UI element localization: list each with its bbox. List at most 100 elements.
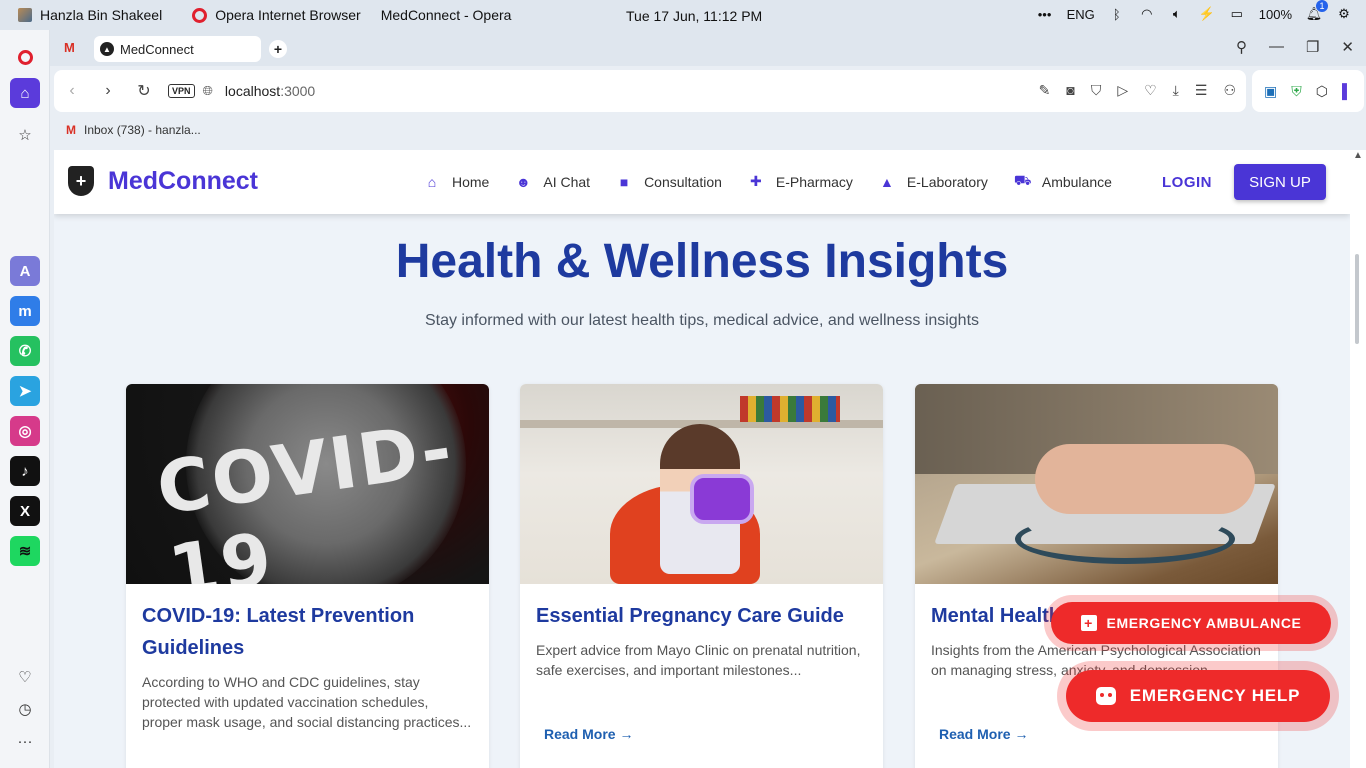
battery-icon[interactable]: ▭ [1229,6,1245,22]
forward-icon[interactable]: › [90,82,126,100]
more-dots-icon[interactable]: ••• [1037,6,1053,22]
user-avatar[interactable] [18,8,32,22]
power-mode-icon[interactable]: ⚡ [1199,6,1215,22]
close-icon[interactable]: ✕ [1341,38,1354,56]
easy-setup-icon[interactable]: ☰ [1195,82,1208,99]
brand[interactable]: + MedConnect [68,166,258,196]
page-viewport: + MedConnect ⌂ Home ☻ AI Chat ■ Consultatio… [54,150,1350,768]
card-excerpt: According to WHO and CDC guidelines, sta… [142,674,472,730]
ambulance-truck-icon: ⛟ [1013,172,1032,188]
signup-button[interactable]: SIGN UP [1234,164,1326,200]
opera-logo-icon [192,7,208,23]
login-button[interactable]: LOGIN [1162,174,1212,191]
bookmark-inbox[interactable]: Inbox (738) - hanzla... [84,123,201,137]
os-user-name: Hanzla Bin Shakeel [40,7,163,23]
video-camera-icon: ■ [619,173,629,190]
sidebar-toggle-icon[interactable]: ▌ [1342,83,1352,99]
extensions-cube-icon[interactable]: ⬡ [1316,83,1328,100]
covid-image: COVID-19 [126,384,489,584]
card-title[interactable]: Essential Pregnancy Care Guide [536,600,866,632]
nav-e-pharmacy[interactable]: ✚ E-Pharmacy [748,172,853,191]
scroll-up-icon[interactable]: ▲ [1353,150,1363,161]
history-clock-icon[interactable]: ◷ [10,694,40,724]
tab-favicon-icon: ▲ [100,42,114,56]
extension-app-icon[interactable]: ▣ [1264,83,1277,100]
page-scrollbar[interactable]: ▲ [1350,150,1366,768]
url-text[interactable]: localhost:3000 [225,83,315,99]
minimize-icon[interactable]: — [1269,38,1284,56]
aria-app-icon[interactable]: A [10,256,40,286]
play-icon[interactable]: ▷ [1117,82,1128,99]
read-more-link[interactable]: Read More → [939,726,1028,742]
nav-ambulance[interactable]: ⛟ Ambulance [1014,172,1112,191]
os-window-title: MedConnect - Opera [380,7,512,23]
article-card-covid[interactable]: COVID-19 COVID-19: Latest Prevention Gui… [126,384,489,768]
article-card-pregnancy[interactable]: Essential Pregnancy Care Guide Expert ad… [520,384,883,768]
nav-consultation[interactable]: ■ Consultation [616,172,722,191]
notification-bell-icon[interactable]: 🔔︎ 1 [1306,0,1328,22]
vpn-badge[interactable]: VPN [168,84,195,98]
tab-strip: M ▲ MedConnect + ⚲ — ❐ ✕ [50,30,1366,66]
wifi-icon[interactable]: ◠ [1139,6,1155,22]
profile-icon[interactable]: ⚇ [1223,82,1236,99]
extensions-area: ▣ ⛨ ⬡ ▌ [1252,70,1364,112]
adblock-shield-icon[interactable]: ⛨ [1291,83,1302,100]
maximize-icon[interactable]: ❐ [1306,38,1319,56]
page-title: Health & Wellness Insights [395,235,1009,288]
bluetooth-icon[interactable]: ᛒ [1109,6,1125,22]
emergency-ambulance-button[interactable]: + EMERGENCY AMBULANCE [1051,602,1331,644]
spotify-icon[interactable]: ≋ [10,536,40,566]
globe-icon[interactable]: 🌐︎ [203,83,213,99]
read-more-link[interactable]: Read More → [544,726,633,742]
opera-menu-icon[interactable] [10,42,40,72]
tab-medconnect[interactable]: ▲ MedConnect [94,36,261,62]
laptop-stethoscope-image [915,384,1278,584]
reload-icon[interactable]: ↻ [126,81,162,101]
address-bar[interactable]: ‹ › ↻ VPN 🌐︎ localhost:3000 ✎ ◙ ⛉ ▷ ♡ ⤓ … [54,70,1246,112]
shield-check-icon[interactable]: ⛉ [1091,82,1102,99]
address-row: ‹ › ↻ VPN 🌐︎ localhost:3000 ✎ ◙ ⛉ ▷ ♡ ⤓ … [54,70,1366,112]
home-icon[interactable]: ⌂ [10,78,40,108]
opera-sidebar: ⌂ ☆ A m ✆ ➤ ◎ ♪ X ≋ ♡ ◷ ··· [0,30,50,768]
scrollbar-thumb[interactable] [1355,254,1359,344]
os-language[interactable]: ENG [1067,7,1095,22]
os-clock[interactable]: Tue 17 Jun, 11:12 PM [626,8,762,24]
heart-icon[interactable]: ♡ [10,662,40,692]
new-tab-plus-icon[interactable]: + [269,40,287,58]
emergency-help-button[interactable]: EMERGENCY HELP [1066,670,1330,722]
search-tabs-icon[interactable]: ⚲ [1236,38,1247,56]
nav-e-laboratory[interactable]: ▲ E-Laboratory [879,172,988,191]
volume-icon[interactable]: 🔈︎ [1169,6,1185,22]
gmail-pinned-tab-icon[interactable]: M [64,40,75,55]
robot-nav-icon: ☻ [515,173,531,190]
card-title[interactable]: COVID-19: Latest Prevention Guidelines [142,600,472,664]
star-icon[interactable]: ☆ [10,120,40,150]
favorite-heart-icon[interactable]: ♡ [1144,82,1157,99]
messenger-icon[interactable]: m [10,296,40,326]
robot-icon [1095,687,1116,705]
pregnancy-toddler-image [520,384,883,584]
page-subtitle: Stay informed with our latest health tip… [424,312,980,329]
os-app-name: Opera Internet Browser [215,7,361,23]
shield-plus-logo-icon: + [68,166,94,196]
tiktok-icon[interactable]: ♪ [10,456,40,486]
whatsapp-icon[interactable]: ✆ [10,336,40,366]
nav-ai-chat[interactable]: ☻ AI Chat [515,172,590,191]
nav-home[interactable]: ⌂ Home [424,172,490,191]
download-icon[interactable]: ⤓ [1173,82,1179,99]
back-icon[interactable]: ‹ [54,82,90,100]
bookmarks-bar: M Inbox (738) - hanzla... [54,116,1366,144]
notification-badge: 1 [1316,0,1328,12]
edit-icon[interactable]: ✎ [1039,82,1051,99]
instagram-icon[interactable]: ◎ [10,416,40,446]
camera-icon[interactable]: ◙ [1066,82,1074,99]
x-twitter-icon[interactable]: X [10,496,40,526]
settings-toggle-icon[interactable]: ⚙ [1336,6,1352,22]
os-top-bar: Hanzla Bin Shakeel Opera Internet Browse… [0,0,1366,30]
battery-level: 100% [1258,6,1292,22]
telegram-icon[interactable]: ➤ [10,376,40,406]
flask-icon: ▲ [879,173,894,190]
sidebar-more-icon[interactable]: ··· [10,726,40,756]
medkit-icon: ✚ [750,173,762,189]
medical-plus-icon: + [1080,615,1097,631]
